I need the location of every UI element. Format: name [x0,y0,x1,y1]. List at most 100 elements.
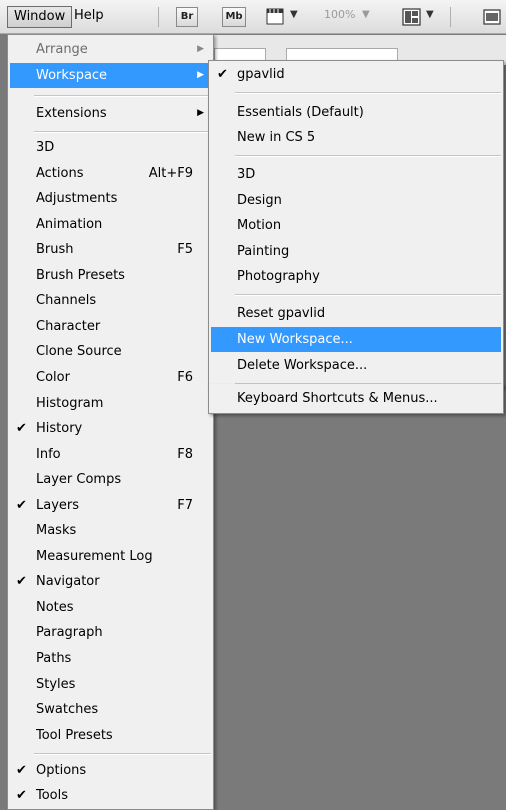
menu-item-extensions[interactable]: Extensions ▶ [10,101,211,126]
menu-item-label: History [36,421,83,437]
menu-item-label: Animation [36,216,103,232]
menu-item-info[interactable]: Info F8 [10,442,211,467]
shortcut-label: F8 [177,446,193,462]
menu-item-layer-comps[interactable]: Layer Comps [10,467,211,492]
menu-bar: Window Help Br Mb ▼ 100% ▼ ▼ [0,0,506,34]
menu-item-workspace-motion[interactable]: Motion [211,213,501,238]
menu-item-label: Swatches [36,702,99,718]
help-menu[interactable]: Help [68,6,110,28]
menu-separator [235,294,501,296]
menu-item-new-workspace[interactable]: New Workspace... [211,327,501,352]
submenu-arrow-icon: ▶ [197,44,204,54]
menu-item-3d[interactable]: 3D [10,135,211,160]
launch-minibridge-button[interactable]: Mb [222,7,246,27]
launch-bridge-button[interactable]: Br [176,7,198,27]
arrange-documents-button[interactable] [402,7,422,27]
menu-item-masks[interactable]: Masks [10,518,211,543]
menu-item-layers[interactable]: ✔ Layers F7 [10,493,211,518]
menu-item-paragraph[interactable]: Paragraph [10,620,211,645]
menu-item-navigator[interactable]: ✔ Navigator [10,569,211,594]
view-extras-dropdown-icon[interactable]: ▼ [290,9,298,20]
menu-item-label: Options [36,763,87,778]
menu-item-keyboard-shortcuts[interactable]: Keyboard Shortcuts & Menus... [211,386,501,411]
menu-item-label: Channels [36,293,97,309]
menu-item-tool-presets[interactable]: Tool Presets [10,723,211,748]
menu-item-label: Layers [36,497,80,513]
menu-item-label: Layer Comps [36,472,122,488]
zoom-dropdown-icon[interactable]: ▼ [362,9,370,20]
menu-item-label: Arrange [36,42,88,57]
check-icon: ✔ [16,497,27,513]
screen-mode-button[interactable] [482,7,502,27]
menu-item-options[interactable]: ✔ Options [10,758,211,783]
menu-item-label: 3D [36,140,55,155]
view-extras-button[interactable] [266,6,286,26]
window-dropdown-menu: Arrange ▶ Workspace ▶ Extensions ▶ 3D Act… [7,34,214,810]
menu-item-brush-presets[interactable]: Brush Presets [10,263,211,288]
menu-item-label: Motion [237,218,282,234]
workspace-submenu: ✔ gpavlid Essentials (Default) New in CS… [208,60,504,388]
menu-item-new-in-cs5[interactable]: New in CS 5 [211,125,501,150]
menu-separator [34,753,211,755]
menu-item-brush[interactable]: Brush F5 [10,237,211,262]
menu-item-reset-workspace[interactable]: Reset gpavlid [211,301,501,326]
menu-item-histogram[interactable]: Histogram [10,391,211,416]
menu-separator [235,155,501,157]
menu-item-label: Paragraph [36,625,103,641]
menu-separator [235,92,501,94]
menu-item-label: Color [36,369,70,385]
menu-item-actions[interactable]: Actions Alt+F9 [10,161,211,186]
menu-item-workspace-3d[interactable]: 3D [211,162,501,187]
menu-item-swatches[interactable]: Swatches [10,697,211,722]
menu-item-tools[interactable]: ✔ Tools [10,783,211,808]
menu-item-adjustments[interactable]: Adjustments [10,186,211,211]
menu-item-label: Reset gpavlid [237,306,326,321]
check-icon: ✔ [16,763,27,778]
shortcut-label: Alt+F9 [148,165,193,181]
screen-mode-icon [483,9,501,25]
submenu-arrow-icon: ▶ [197,70,204,80]
menu-item-delete-workspace[interactable]: Delete Workspace... [211,353,501,378]
menu-item-channels[interactable]: Channels [10,288,211,313]
menu-item-label: gpavlid [237,67,285,82]
menu-item-workspace-painting[interactable]: Painting [211,239,501,264]
menu-item-label: Brush [36,242,74,258]
menubar-divider [158,7,159,27]
menu-item-label: Workspace [36,68,108,83]
menu-item-label: Actions [36,165,84,181]
menu-item-label: New Workspace... [237,332,353,347]
menu-item-label: Keyboard Shortcuts & Menus... [237,391,438,406]
menu-item-workspace[interactable]: Workspace ▶ [10,63,211,88]
menu-item-label: Measurement Log [36,548,153,564]
menu-item-workspace-design[interactable]: Design [211,188,501,213]
menu-item-label: Delete Workspace... [237,358,368,373]
arrange-dropdown-icon[interactable]: ▼ [426,9,434,20]
menu-item-clone-source[interactable]: Clone Source [10,339,211,364]
zoom-level[interactable]: 100% [324,8,355,21]
menu-item-label: Photography [237,269,320,285]
menu-item-label: Painting [237,243,290,259]
menu-item-label: Navigator [36,574,100,590]
menu-item-label: Essentials (Default) [237,105,364,120]
arrange-documents-icon [402,8,421,26]
menu-item-styles[interactable]: Styles [10,672,211,697]
menu-item-character[interactable]: Character [10,314,211,339]
menu-item-measurement-log[interactable]: Measurement Log [10,544,211,569]
menu-item-workspace-photography[interactable]: Photography [211,264,501,289]
menu-item-essentials[interactable]: Essentials (Default) [211,100,501,125]
menu-item-arrange[interactable]: Arrange ▶ [10,37,211,62]
window-menu[interactable]: Window [7,6,73,28]
menu-item-animation[interactable]: Animation [10,212,211,237]
menubar-divider [450,7,451,27]
menu-item-notes[interactable]: Notes [10,595,211,620]
menu-item-paths[interactable]: Paths [10,646,211,671]
menu-separator [34,95,211,97]
menu-item-label: Styles [36,676,76,692]
menu-item-label: Paths [36,651,72,666]
menu-item-label: Clone Source [36,344,122,360]
check-icon: ✔ [16,788,27,803]
menu-item-history[interactable]: ✔ History [10,416,211,441]
menu-item-gpavlid[interactable]: ✔ gpavlid [211,62,501,87]
menu-item-color[interactable]: Color F6 [10,365,211,390]
menu-item-label: Histogram [36,395,104,411]
